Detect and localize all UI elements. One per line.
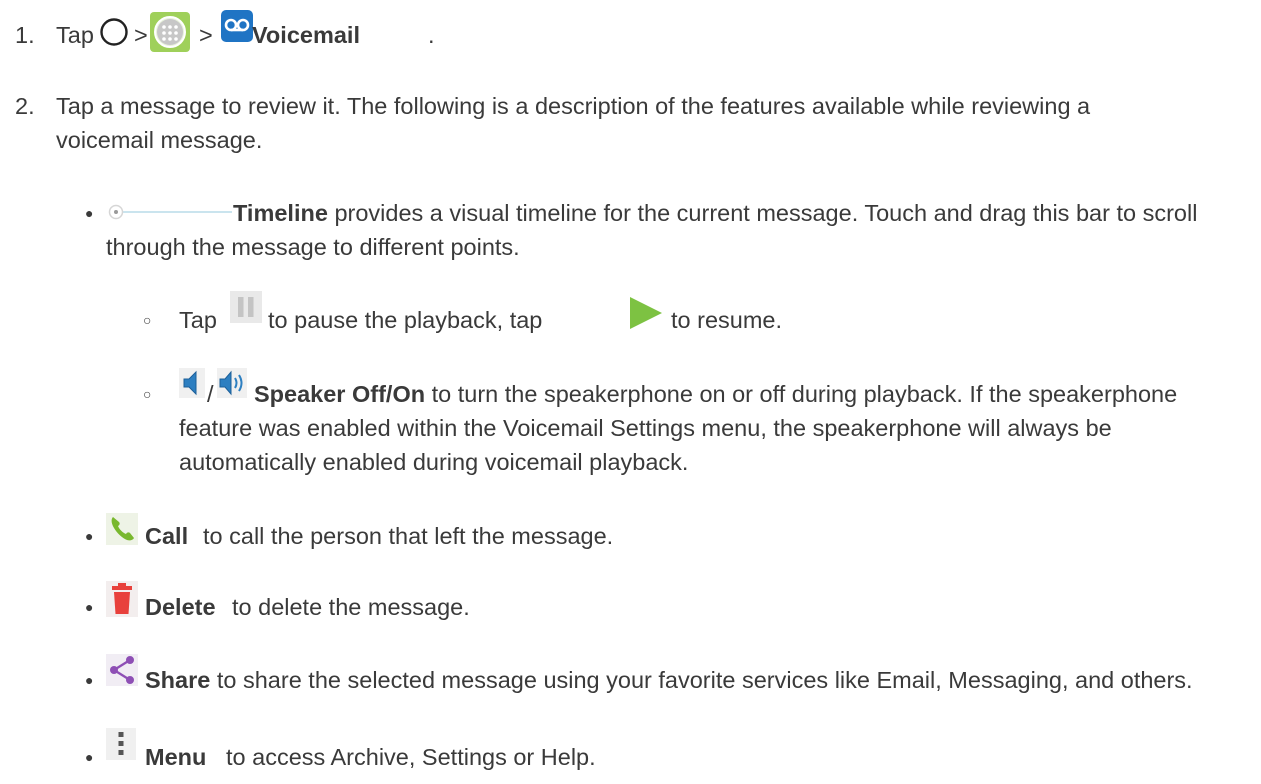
speaker-description: Speaker Off/On to turn the speakerphone … [179,377,1219,479]
step-2-text: Tap a message to review it. The followin… [56,93,1091,153]
step-1-sep-2: > [199,22,213,48]
voicemail-icon [221,10,253,42]
sub-bullet: ○ [143,386,152,402]
play-icon [630,297,662,329]
step-1-tap: Tap [56,22,94,48]
bullet: ● [85,672,94,688]
menu-text: to access Archive, Settings or Help. [226,744,596,770]
call-icon [106,513,138,545]
step-1-number: 1. [15,22,35,48]
apps-icon [150,12,190,52]
pause-mid-text: to pause the playback, tap [268,307,543,333]
bullet: ● [85,599,94,615]
step-1-sep-1: > [134,22,148,48]
share-title: Share [145,667,211,693]
menu-title: Menu [145,744,207,770]
home-circle-icon [100,18,128,46]
page: { "steps": { "s1": { "num": "1.", "tap":… [0,0,1261,784]
pause-icon [230,291,262,323]
share-description: Share to share the selected message usin… [106,663,1236,697]
play-end-text: to resume. [671,307,783,333]
bullet: ● [85,205,94,221]
delete-title: Delete [145,594,216,620]
step-1-target: Voicemail [252,22,360,48]
bullet: ● [85,749,94,765]
delete-text: to delete the message. [232,594,470,620]
menu-icon [106,728,136,760]
timeline-description: Timeline provides a visual timeline for … [106,196,1226,264]
call-title: Call [145,523,189,549]
step-1-end: . [428,22,435,48]
sub-bullet: ○ [143,312,152,328]
step-2-number: 2. [15,93,35,119]
delete-icon [106,581,138,617]
pause-tap-label: Tap [179,307,217,333]
speaker-title: Speaker Off/On [254,381,426,407]
timeline-title: Timeline [233,200,328,226]
call-text: to call the person that left the message… [203,523,614,549]
share-text: to share the selected message using your… [216,667,1193,693]
bullet: ● [85,528,94,544]
